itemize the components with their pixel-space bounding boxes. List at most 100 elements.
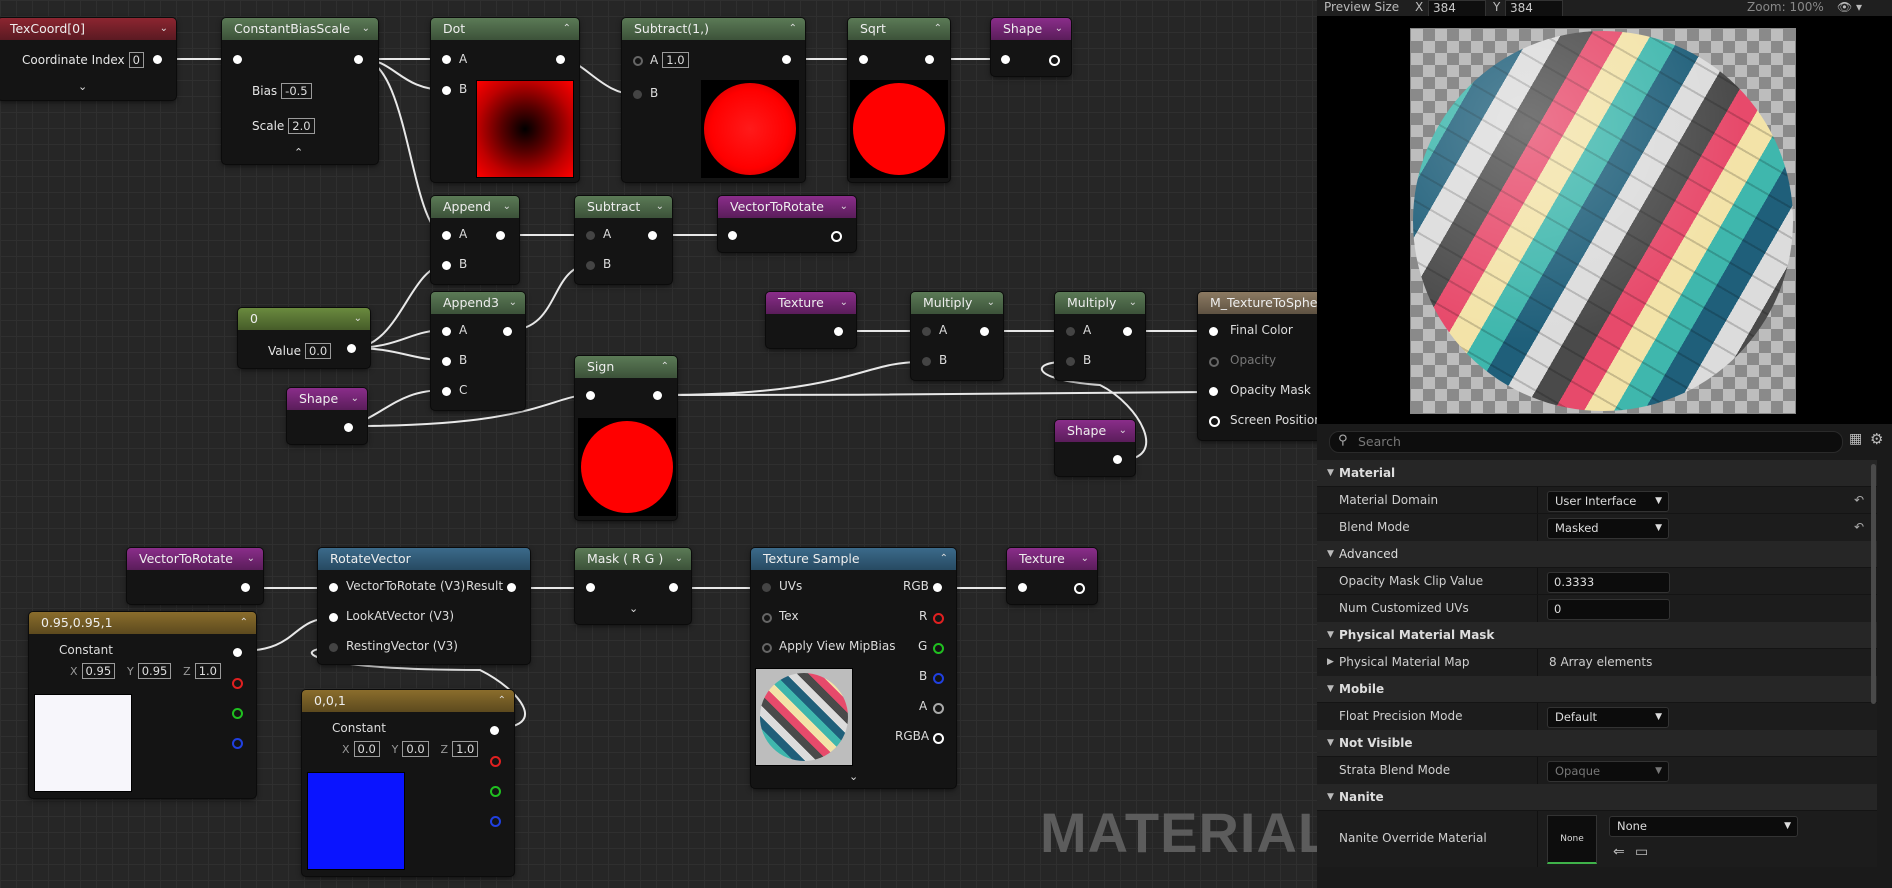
g-pin[interactable] (232, 708, 243, 719)
input-pin-b[interactable] (442, 86, 451, 95)
output-pin[interactable] (1123, 327, 1132, 336)
input-pin[interactable] (859, 55, 868, 64)
category-mobile[interactable]: ▼ Mobile (1317, 676, 1877, 702)
chevron-up-icon[interactable]: ⌃ (498, 690, 506, 712)
material-domain-dropdown[interactable]: User Interface ▼ (1547, 491, 1669, 512)
strata-blend-dropdown[interactable]: Opaque ▼ (1547, 761, 1669, 782)
output-pin[interactable] (782, 55, 791, 64)
x-field[interactable]: 0.0 (353, 741, 380, 757)
collapse-icon[interactable]: ⌃ (294, 146, 303, 159)
output-pin[interactable] (1074, 583, 1085, 594)
screen-position-pin[interactable] (1209, 416, 1220, 427)
y-field[interactable]: 0.0 (402, 741, 429, 757)
g-pin[interactable] (490, 786, 501, 797)
chevron-down-icon[interactable]: ⌄ (1081, 548, 1089, 570)
output-pin[interactable] (1049, 55, 1060, 66)
texture-sample-node[interactable]: Texture Sample ⌃ UVs RGB Tex R Apply View… (751, 548, 956, 788)
a-value-field[interactable]: 1.0 (662, 52, 689, 68)
blend-mode-dropdown[interactable]: Masked ▼ (1547, 518, 1669, 539)
constant-bias-scale-node[interactable]: ConstantBiasScale ⌄ Bias -0.5 Scale 2.0 ⌃ (222, 18, 378, 164)
details-search[interactable]: ⚲ Search (1329, 431, 1843, 453)
input-pin-a[interactable] (633, 56, 643, 66)
preview-viewport[interactable] (1317, 16, 1892, 424)
input-pin-a[interactable] (586, 231, 595, 240)
z-field[interactable]: 1.0 (194, 663, 221, 679)
chevron-down-icon[interactable]: ⌄ (1129, 292, 1137, 314)
r-pin[interactable] (232, 678, 243, 689)
rgb-pin[interactable] (933, 583, 942, 592)
multiply-node-1[interactable]: Multiply ⌄ A B (911, 292, 1003, 380)
constant-zero-node[interactable]: 0 ⌄ Value 0.0 (238, 308, 370, 368)
input-pin[interactable] (1018, 583, 1027, 592)
chevron-down-icon[interactable]: ⌄ (987, 292, 995, 314)
output-pin[interactable] (831, 231, 842, 242)
details-scrollbar[interactable] (1871, 464, 1876, 704)
uvs-pin[interactable] (762, 583, 771, 592)
mip-bias-pin[interactable] (762, 643, 772, 653)
texture-node-out[interactable]: Texture ⌄ (1007, 548, 1097, 604)
b-pin[interactable] (933, 673, 944, 684)
opacity-mask-pin[interactable] (1209, 387, 1218, 396)
vector-to-rotate-node-top[interactable]: VectorToRotate ⌄ (718, 196, 856, 252)
chevron-down-icon[interactable]: ⌄ (362, 18, 370, 40)
output-pin[interactable] (490, 726, 499, 735)
append-node[interactable]: Append ⌄ A B (431, 196, 519, 284)
rgba-pin[interactable] (933, 733, 944, 744)
mask-rg-node[interactable]: Mask ( R G ) ⌄ ⌄ (575, 548, 691, 624)
chevron-up-icon[interactable]: ⌃ (661, 356, 669, 378)
material-result-node[interactable]: M_TextureToSphe Final Color Opacity Opac… (1198, 292, 1317, 440)
input-pin-b[interactable] (1066, 357, 1075, 366)
shape-node-left[interactable]: Shape ⌄ (287, 388, 367, 444)
chevron-down-icon[interactable]: ⌄ (840, 196, 848, 218)
output-pin[interactable] (556, 55, 565, 64)
gear-icon[interactable]: ⚙ (1870, 430, 1883, 448)
input-pin-a[interactable] (442, 231, 451, 240)
preview-y-field[interactable]: 384 (1505, 0, 1563, 17)
expand-icon[interactable]: ⌄ (629, 602, 638, 615)
chevron-up-icon[interactable]: ⌃ (934, 18, 942, 40)
shape-node-right[interactable]: Shape ⌄ (1055, 420, 1135, 476)
subtract-one-node[interactable]: Subtract(1,) ⌃ A 1.0 B (622, 18, 805, 182)
category-nanite[interactable]: ▼ Nanite (1317, 784, 1877, 810)
constant-vector-b-node[interactable]: 0,0,1 ⌃ Constant X 0.0 Y 0.0 Z 1.0 (302, 690, 514, 876)
preview-x-field[interactable]: 384 (1428, 0, 1486, 17)
search-input[interactable]: Search (1358, 434, 1401, 449)
value-field[interactable]: 0.0 (304, 343, 332, 359)
opacity-pin[interactable] (1209, 357, 1219, 367)
input-pin-a[interactable] (442, 55, 451, 64)
use-selected-icon[interactable]: ⇐ (1613, 839, 1625, 866)
bias-field[interactable]: -0.5 (281, 83, 312, 99)
y-field[interactable]: 0.95 (137, 663, 172, 679)
eye-icon[interactable]: 👁 ▾ (1837, 0, 1862, 14)
sign-node[interactable]: Sign ⌃ (575, 356, 677, 520)
r-pin[interactable] (933, 613, 944, 624)
category-material[interactable]: ▼ Material (1317, 460, 1877, 486)
caret-right-icon[interactable]: ▶ (1327, 649, 1334, 676)
chevron-down-icon[interactable]: ⌄ (1055, 18, 1063, 40)
output-pin[interactable] (834, 327, 843, 336)
sqrt-node[interactable]: Sqrt ⌃ (848, 18, 950, 182)
chevron-down-icon[interactable]: ⌄ (503, 196, 511, 218)
b-pin[interactable] (232, 738, 243, 749)
resting-vector-pin[interactable] (329, 643, 338, 652)
category-physical-material-mask[interactable]: ▼ Physical Material Mask (1317, 622, 1877, 648)
output-pin[interactable] (648, 231, 657, 240)
chevron-up-icon[interactable]: ⌃ (240, 612, 248, 634)
vector-to-rotate-node-bottom[interactable]: VectorToRotate ⌄ (127, 548, 263, 604)
coordinate-index-field[interactable]: 0 (128, 52, 144, 68)
look-at-vector-pin[interactable] (329, 613, 338, 622)
dot-node[interactable]: Dot ⌃ A B (431, 18, 579, 182)
material-graph-canvas[interactable]: TexCoord[0] ⌄ Coordinate Index 0 ⌄ Constan… (0, 0, 1317, 888)
chevron-down-icon[interactable]: ⌄ (656, 196, 664, 218)
prop-physical-material-map[interactable]: ▶ Physical Material Map 8 Array elements (1317, 648, 1877, 676)
output-pin[interactable] (1113, 455, 1122, 464)
chevron-down-icon[interactable]: ⌄ (840, 292, 848, 314)
chevron-down-icon[interactable]: ⌄ (354, 308, 362, 330)
input-pin-c[interactable] (442, 387, 451, 396)
chevron-up-icon[interactable]: ⌃ (789, 18, 797, 40)
tex-pin[interactable] (762, 613, 772, 623)
input-pin[interactable] (728, 231, 737, 240)
g-pin[interactable] (933, 643, 944, 654)
x-field[interactable]: 0.95 (81, 663, 116, 679)
z-field[interactable]: 1.0 (452, 741, 479, 757)
